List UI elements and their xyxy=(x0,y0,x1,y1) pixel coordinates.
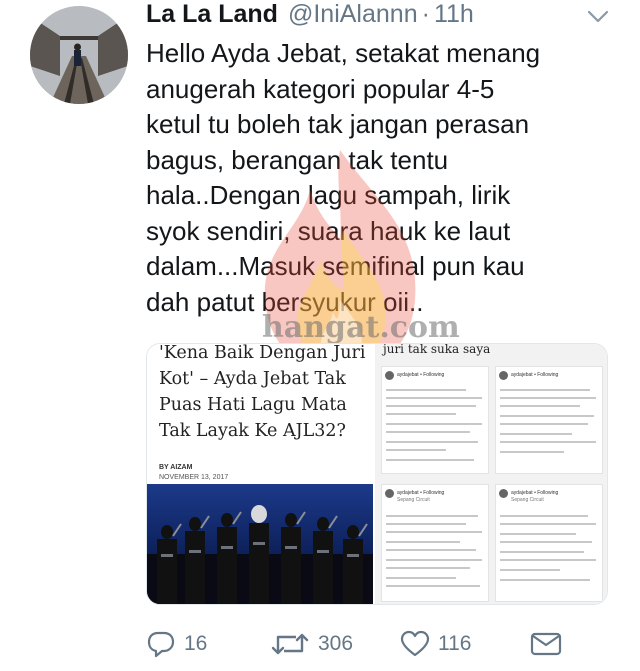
avatar xyxy=(385,489,394,498)
screenshot-header: juri tak suka saya xyxy=(383,343,491,356)
post-card: aydajebat • Following xyxy=(495,366,603,474)
tweet-text: Hello Ayda Jebat, setakat menang anugera… xyxy=(146,38,541,317)
post-location: Sepang Circuit xyxy=(397,497,430,503)
article-byline: BY AIZAM xyxy=(159,464,193,471)
avatar xyxy=(499,489,508,498)
watermark-text: hangat.com xyxy=(262,310,460,345)
like-icon xyxy=(400,630,430,657)
avatar[interactable] xyxy=(30,6,128,104)
user-handle[interactable]: @IniAlannn xyxy=(288,0,418,29)
post-card: aydajebat • Following Sepang Circuit xyxy=(381,484,489,602)
retweet-count: 306 xyxy=(318,632,354,655)
article-photo xyxy=(147,484,373,604)
display-name[interactable]: La La Land xyxy=(146,0,278,29)
like-button[interactable]: 116 xyxy=(400,626,471,662)
reply-icon xyxy=(147,631,175,658)
post-user: aydajebat • Following xyxy=(397,372,445,378)
reply-button[interactable]: 16 xyxy=(146,626,207,662)
stage-performers-image xyxy=(147,505,373,604)
reply-count: 16 xyxy=(184,632,208,655)
post-user: aydajebat • Following xyxy=(511,490,559,496)
timestamp[interactable]: 11h xyxy=(434,0,474,29)
post-card: aydajebat • Following xyxy=(381,366,489,474)
avatar-image xyxy=(30,6,128,104)
chevron-down-icon[interactable] xyxy=(586,6,610,26)
avatar xyxy=(385,371,394,380)
post-card: aydajebat • Following Sepang Circuit xyxy=(495,484,603,602)
separator-dot: · xyxy=(421,0,430,28)
retweet-icon xyxy=(271,633,309,655)
like-count: 116 xyxy=(438,632,472,655)
instagram-screenshots: juri tak suka saya aydajebat • Following… xyxy=(375,343,607,604)
article-screenshot: 'Kena Baik Dengan Juri Kot' – Ayda Jebat… xyxy=(147,343,373,604)
post-location: Sepang Circuit xyxy=(511,497,544,503)
avatar xyxy=(499,371,508,380)
post-user: aydajebat • Following xyxy=(511,372,559,378)
post-user: aydajebat • Following xyxy=(397,490,445,496)
direct-message-button[interactable] xyxy=(530,626,562,662)
article-title: 'Kena Baik Dengan Juri Kot' – Ayda Jebat… xyxy=(159,343,366,441)
media-attachment[interactable]: 'Kena Baik Dengan Juri Kot' – Ayda Jebat… xyxy=(146,343,608,605)
direct-message-icon xyxy=(530,632,562,656)
article-date: NOVEMBER 13, 2017 xyxy=(159,474,229,481)
tweet-header: La La Land @IniAlannn · 11h xyxy=(146,0,474,30)
retweet-button[interactable]: 306 xyxy=(270,626,353,662)
tweet-actions: 16 306 116 xyxy=(146,626,616,662)
